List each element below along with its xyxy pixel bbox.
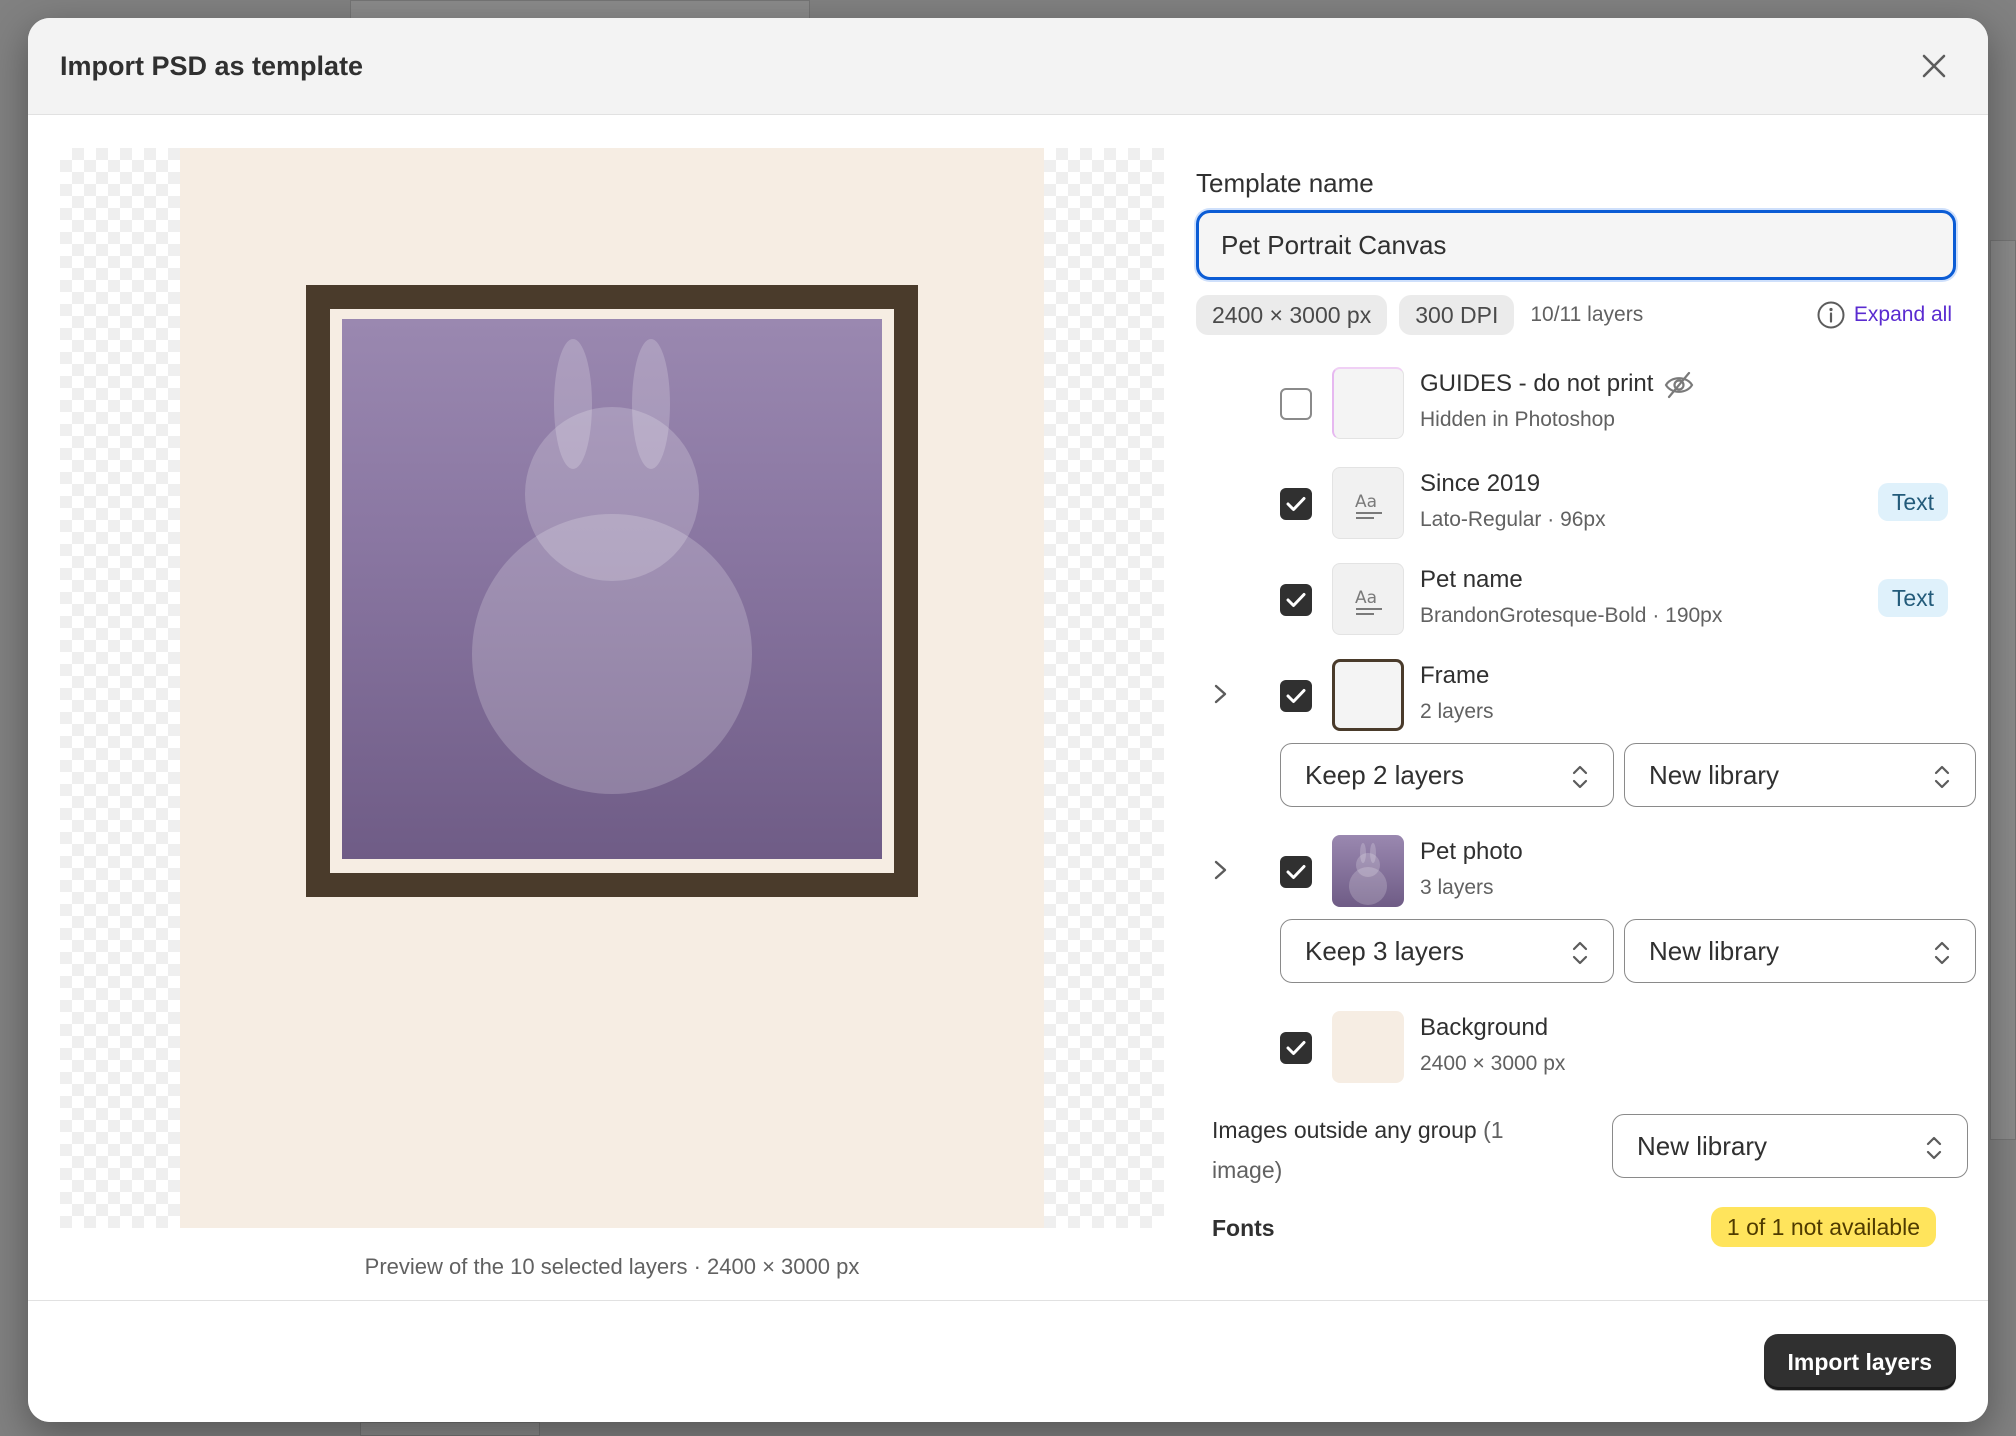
expand-all-link[interactable]: Expand all [1854,303,1952,327]
layer-subtitle: Lato-Regular · 96px [1420,508,1606,531]
checkmark-icon [1286,1041,1306,1055]
select-updown-icon [1934,941,1950,965]
layer-checkbox[interactable] [1280,584,1312,616]
checkmark-icon [1286,593,1306,607]
layer-row-background: Background 2400 × 3000 px [1196,1009,1956,1083]
layer-name: Pet name [1420,566,1523,593]
dpi-chip: 300 DPI [1399,295,1515,335]
select-value: New library [1649,935,1780,966]
layer-thumbnail: Aa [1332,563,1404,635]
preview-caption: Preview of the 10 selected layers · 2400… [364,1254,860,1279]
layer-checkbox[interactable] [1280,1032,1312,1064]
frame-layers-select[interactable]: Keep 2 layers [1280,743,1614,807]
outside-images-library-select[interactable]: New library [1612,1114,1968,1178]
layer-thumbnail [1332,367,1404,439]
text-style-icon: Aa [1355,588,1382,615]
layer-row-guides: GUIDES - do not print Hidden in Photosho… [1196,365,1956,439]
layer-row-pet-name: Aa Pet name BrandonGrotesque-Bold · 190p… [1196,561,1956,635]
layer-thumbnail: Aa [1332,467,1404,539]
layer-subtitle: 3 layers [1420,876,1494,899]
dimensions-chip: 2400 × 3000 px [1196,295,1388,335]
bunny-body [1349,867,1387,905]
select-updown-icon [1934,765,1950,789]
pet-photo-library-select[interactable]: New library [1624,919,1976,983]
layer-checkbox[interactable] [1280,680,1312,712]
preview-canvas [180,148,1044,1228]
frame-library-select[interactable]: New library [1624,743,1976,807]
layer-row-frame: Frame 2 layers [1196,657,1956,731]
layer-checkbox[interactable] [1280,856,1312,888]
layer-checkbox[interactable] [1280,488,1312,520]
layer-thumbnail [1332,835,1404,907]
close-icon [1922,54,1946,78]
layer-name: Since 2019 [1420,470,1541,497]
text-style-icon: Aa [1355,492,1382,519]
close-button[interactable] [1916,48,1952,84]
import-psd-modal: Import PSD as template Preview of the 10… [28,18,1988,1422]
template-name-label: Template name [1196,168,1374,198]
preview-frame-mat [330,309,894,873]
layer-thumbnail [1332,659,1404,731]
outside-images-text: Images outside any group [1212,1117,1477,1143]
import-layers-button[interactable]: Import layers [1763,1334,1956,1390]
select-updown-icon [1572,765,1588,789]
layer-name: Background [1420,1014,1549,1041]
layer-thumbnail [1332,1011,1404,1083]
text-type-badge: Text [1877,579,1948,617]
layer-subtitle: 2400 × 3000 px [1420,1052,1566,1075]
layer-row-since-2019: Aa Since 2019 Lato-Regular · 96px Text [1196,465,1956,539]
outside-images-label: Images outside any group (1 image) [1212,1110,1552,1190]
checkmark-icon [1286,865,1306,879]
info-icon[interactable] [1816,300,1846,330]
select-value: New library [1637,1130,1768,1161]
eye-off-icon [1665,371,1694,398]
layer-name: Frame [1420,662,1490,689]
fonts-status-badge: 1 of 1 not available [1710,1207,1936,1247]
document-meta: 2400 × 3000 px 300 DPI 10/11 layers Expa… [1196,295,1956,335]
layer-name: Pet photo [1420,838,1523,865]
preview-frame [306,285,918,897]
checkmark-icon [1286,689,1306,703]
svg-text:Aa: Aa [1355,588,1377,608]
template-name-input[interactable] [1196,210,1956,280]
modal-title: Import PSD as template [60,50,364,81]
fonts-label: Fonts [1212,1215,1275,1241]
select-value: New library [1649,759,1780,790]
chevron-right-icon[interactable] [1208,855,1232,885]
checkmark-icon [1286,497,1306,511]
select-value: Keep 2 layers [1305,759,1464,790]
text-type-badge: Text [1877,483,1948,521]
select-updown-icon [1572,941,1588,965]
select-updown-icon [1926,1136,1942,1160]
layer-subtitle: Hidden in Photoshop [1420,408,1615,431]
chevron-right-icon[interactable] [1208,679,1232,709]
layer-subtitle: BrandonGrotesque-Bold · 190px [1420,604,1723,627]
select-value: Keep 3 layers [1305,935,1464,966]
modal-footer: Import layers [28,1300,1988,1422]
layer-preview [60,148,1164,1228]
layers-count: 10/11 layers [1530,303,1644,326]
svg-text:Aa: Aa [1355,492,1377,512]
layer-subtitle: 2 layers [1420,700,1494,723]
layer-name: GUIDES - do not print [1420,369,1695,400]
layer-row-pet-photo: Pet photo 3 layers [1196,833,1956,907]
modal-header: Import PSD as template [28,18,1988,115]
bunny-body [472,514,752,794]
layer-checkbox[interactable] [1280,388,1312,420]
preview-pet-photo [342,319,882,859]
pet-photo-layers-select[interactable]: Keep 3 layers [1280,919,1614,983]
